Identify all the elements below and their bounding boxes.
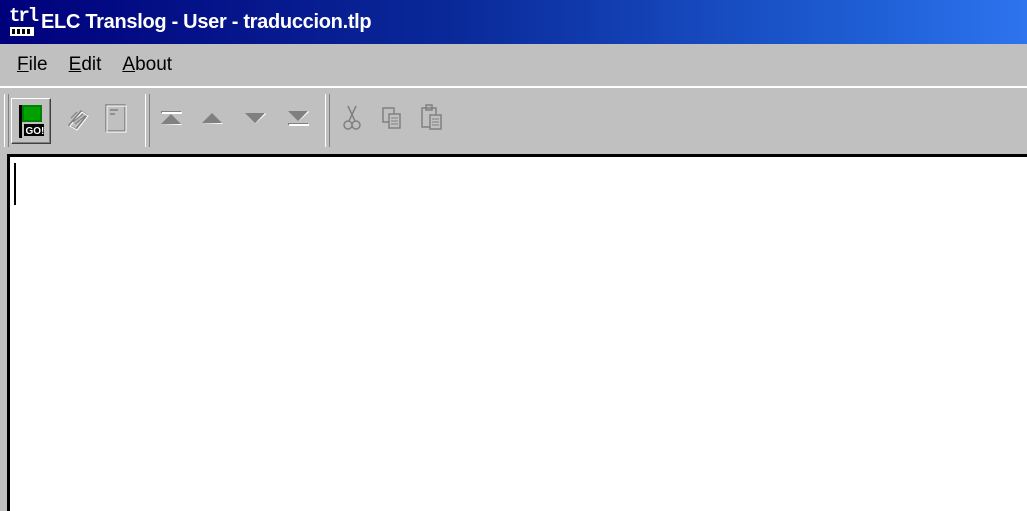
text-caret <box>14 163 16 205</box>
toolbar-separator-2 <box>325 94 330 147</box>
app-icon-subbar <box>10 27 34 36</box>
go-label: GO! <box>26 126 45 137</box>
keystroke-button[interactable] <box>60 98 96 138</box>
toolbar: GO! <box>0 87 1027 155</box>
app-window: trl ELC Translog - User - traduccion.tlp… <box>0 0 1027 511</box>
move-up-icon <box>202 113 223 124</box>
app-icon-text: trl <box>9 5 39 27</box>
cut-button[interactable] <box>334 98 370 138</box>
move-up-button[interactable] <box>194 98 230 138</box>
text-editor[interactable] <box>7 154 1027 511</box>
menu-edit-label: dit <box>81 54 102 75</box>
move-last-button[interactable] <box>280 98 316 138</box>
toolbar-grip <box>4 94 9 147</box>
translog-app-icon[interactable]: trl <box>9 5 39 37</box>
move-down-button[interactable] <box>237 98 273 138</box>
menu-file-accel: F <box>17 54 29 75</box>
menu-about-label: bout <box>135 54 173 75</box>
move-first-icon <box>161 111 182 125</box>
keyboard-hand-icon <box>67 110 89 131</box>
cut-icon <box>343 105 361 130</box>
window-title: ELC Translog - User - traduccion.tlp <box>41 10 372 33</box>
paste-icon <box>421 104 442 130</box>
go-button[interactable]: GO! <box>11 98 51 144</box>
menu-file[interactable]: File <box>14 52 51 78</box>
paste-button[interactable] <box>414 98 450 138</box>
move-first-button[interactable] <box>153 98 189 138</box>
document-button[interactable] <box>98 98 134 138</box>
go-flag-icon: GO! <box>19 105 45 138</box>
menu-about-accel: A <box>122 54 136 75</box>
toolbar-separator-1 <box>145 94 150 147</box>
menu-bar: File Edit About <box>0 44 1027 88</box>
menu-edit-accel: E <box>68 54 82 75</box>
document-icon <box>105 104 127 133</box>
copy-button[interactable] <box>374 98 410 138</box>
menu-edit[interactable]: Edit <box>66 52 105 78</box>
menu-file-label: ile <box>28 54 48 75</box>
move-last-icon <box>288 111 309 126</box>
move-down-icon <box>245 113 266 124</box>
menu-about[interactable]: About <box>119 52 175 78</box>
copy-icon <box>382 107 401 129</box>
title-bar[interactable]: trl ELC Translog - User - traduccion.tlp <box>0 0 1027 44</box>
